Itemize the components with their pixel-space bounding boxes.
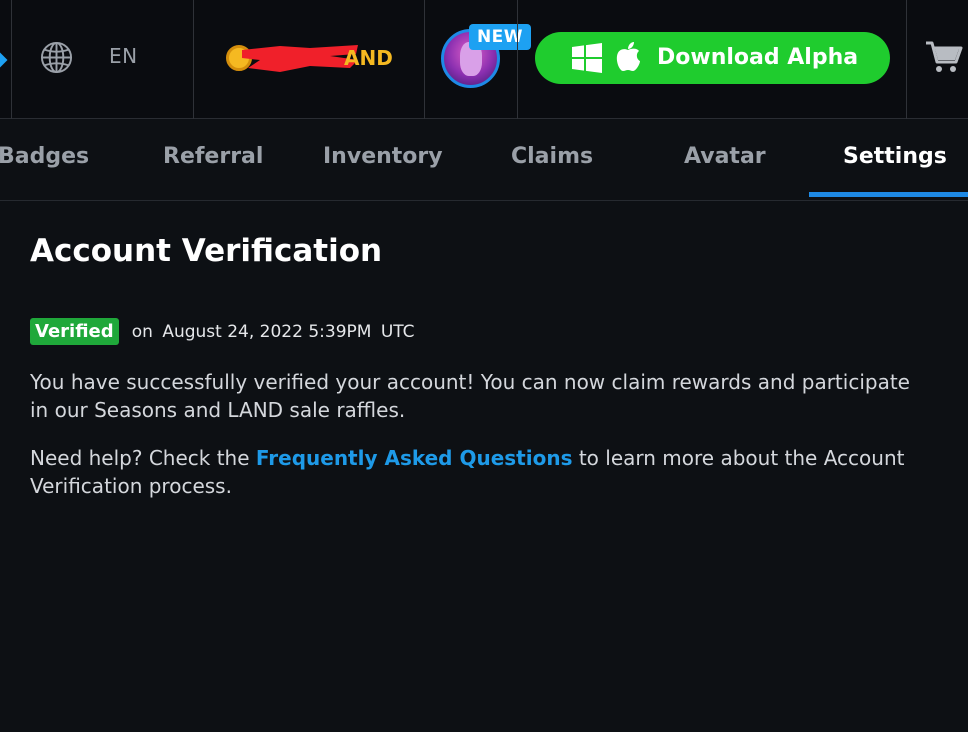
profile-tabs: Badges Referral Inventory Claims Avatar …: [0, 120, 968, 201]
top-bar: EN AND NEW Download Alpha: [0, 0, 968, 119]
diamond-icon: [0, 51, 8, 69]
tab-settings[interactable]: Settings: [843, 144, 947, 169]
divider: [11, 0, 12, 119]
redaction-mark: [242, 45, 358, 72]
verification-status: Verified on August 24, 2022 5:39PM UTC: [30, 318, 415, 351]
divider: [193, 0, 194, 119]
download-alpha-button[interactable]: Download Alpha: [535, 32, 890, 84]
divider: [424, 0, 425, 119]
active-tab-indicator: [809, 192, 968, 197]
help-prefix: Need help? Check the: [30, 446, 256, 470]
on-text: on: [131, 321, 153, 342]
timezone: UTC: [380, 321, 415, 342]
verified-date: August 24, 2022 5:39PM: [162, 321, 372, 342]
download-label: Download Alpha: [657, 45, 859, 70]
balance-suffix: AND: [344, 46, 393, 70]
divider: [517, 0, 518, 119]
language-selector[interactable]: EN: [109, 44, 138, 68]
divider: [906, 0, 907, 119]
sand-balance[interactable]: AND: [222, 38, 402, 78]
new-badge: NEW: [469, 24, 531, 50]
globe-icon[interactable]: [40, 41, 73, 74]
tab-avatar[interactable]: Avatar: [684, 144, 766, 169]
tab-badges[interactable]: Badges: [0, 144, 89, 169]
windows-icon: [572, 43, 602, 73]
faq-link[interactable]: Frequently Asked Questions: [256, 446, 573, 470]
status-badge: Verified: [30, 318, 119, 345]
tab-claims[interactable]: Claims: [511, 144, 593, 169]
tab-referral[interactable]: Referral: [163, 144, 263, 169]
success-message: You have successfully verified your acco…: [30, 370, 910, 422]
apple-icon: [616, 42, 640, 71]
cart-icon[interactable]: [925, 40, 963, 74]
help-text: Need help? Check the Frequently Asked Qu…: [30, 444, 930, 500]
tab-inventory[interactable]: Inventory: [323, 144, 443, 169]
verification-meta: on August 24, 2022 5:39PM UTC: [128, 322, 415, 342]
page-title: Account Verification: [30, 233, 383, 269]
